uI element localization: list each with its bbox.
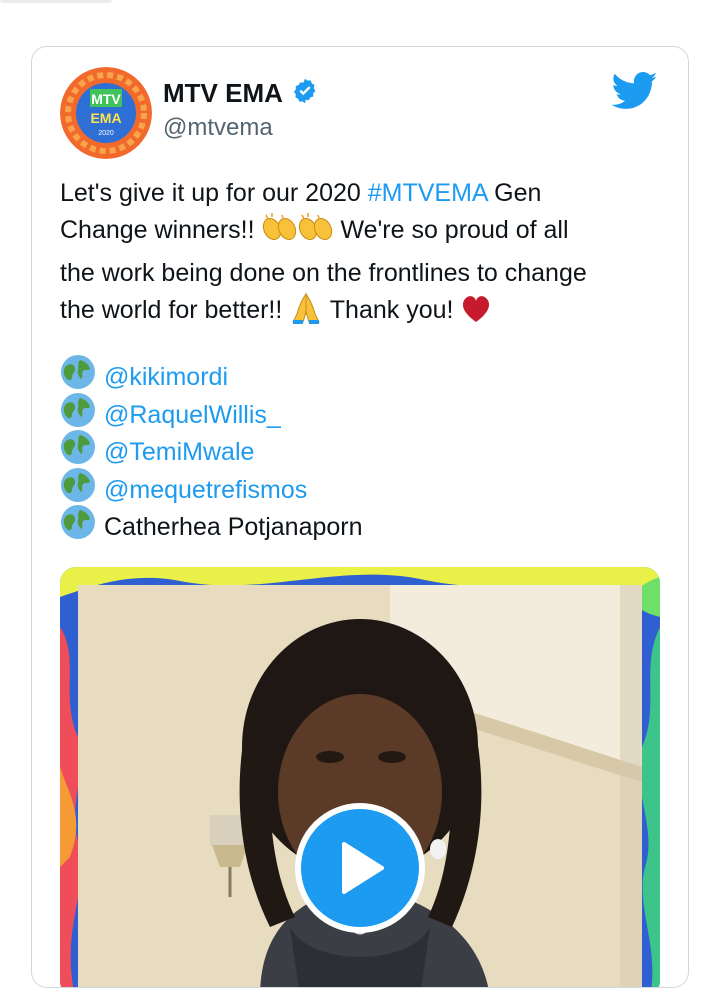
- mention-link[interactable]: @kikimordi: [104, 359, 228, 397]
- author-handle[interactable]: @mtvema: [163, 114, 273, 142]
- list-item: @mequetrefismos: [60, 467, 363, 510]
- red-heart-icon: [460, 294, 492, 335]
- list-item: @kikimordi: [60, 355, 363, 397]
- tweet-text-segment: We're so proud of all: [333, 216, 569, 244]
- tweet-line-3: the work being done on the frontlines to…: [60, 259, 587, 287]
- video-media[interactable]: [60, 567, 660, 987]
- tweet-line-2: Change winners!! We're so proud of all: [60, 212, 670, 255]
- mention-link[interactable]: @RaquelWillis_: [104, 397, 281, 435]
- clapping-hands-icon: [298, 212, 334, 255]
- list-item: @TemiMwale: [60, 430, 363, 472]
- verified-badge-icon: [291, 77, 319, 110]
- tweet-text: Let's give it up for our 2020 #MTVEMA Ge…: [60, 175, 670, 335]
- play-button[interactable]: [295, 803, 425, 933]
- tweet-line-4: the world for better!! Thank you!: [60, 292, 670, 335]
- tweet-text-segment: the world for better!!: [60, 296, 290, 324]
- play-icon: [342, 842, 384, 894]
- author-name[interactable]: MTV EMA: [163, 78, 283, 109]
- svg-text:2020: 2020: [98, 130, 114, 137]
- tweet-text-segment: Gen: [487, 179, 542, 207]
- list-item: @RaquelWillis_: [60, 392, 363, 435]
- plain-name-text: Catherhea Potjanaporn: [104, 513, 363, 541]
- tweet-line-1: Let's give it up for our 2020 #MTVEMA Ge…: [60, 175, 670, 212]
- mention-link[interactable]: @TemiMwale: [104, 434, 254, 472]
- clapping-hands-icon: [262, 212, 298, 255]
- avatar[interactable]: MTV EMA 2020: [60, 67, 152, 159]
- hashtag-link[interactable]: #MTVEMA: [368, 179, 487, 207]
- embedded-tweet-card[interactable]: MTV EMA 2020 MTV EMA @mtvema Let's give …: [31, 46, 689, 988]
- tweet-text-segment: Thank you!: [323, 296, 461, 324]
- author-name-row[interactable]: MTV EMA: [163, 77, 319, 110]
- list-item: Catherhea Potjanaporn: [60, 505, 363, 547]
- top-edge-strip: [0, 0, 112, 3]
- mentions-list: @kikimordi @RaquelWillis_ @TemiMwale @me…: [60, 355, 363, 547]
- twitter-bird-icon[interactable]: [611, 71, 658, 111]
- mention-link[interactable]: @mequetrefismos: [104, 472, 307, 510]
- mtv-ema-logo-icon: MTV EMA 2020: [60, 67, 152, 159]
- svg-text:MTV: MTV: [91, 91, 121, 107]
- folded-hands-icon: [289, 292, 323, 335]
- tweet-text-segment: Let's give it up for our 2020: [60, 179, 368, 207]
- tweet-text-segment: Change winners!!: [60, 216, 262, 244]
- svg-text:EMA: EMA: [90, 110, 121, 126]
- globe-icon: [60, 504, 104, 552]
